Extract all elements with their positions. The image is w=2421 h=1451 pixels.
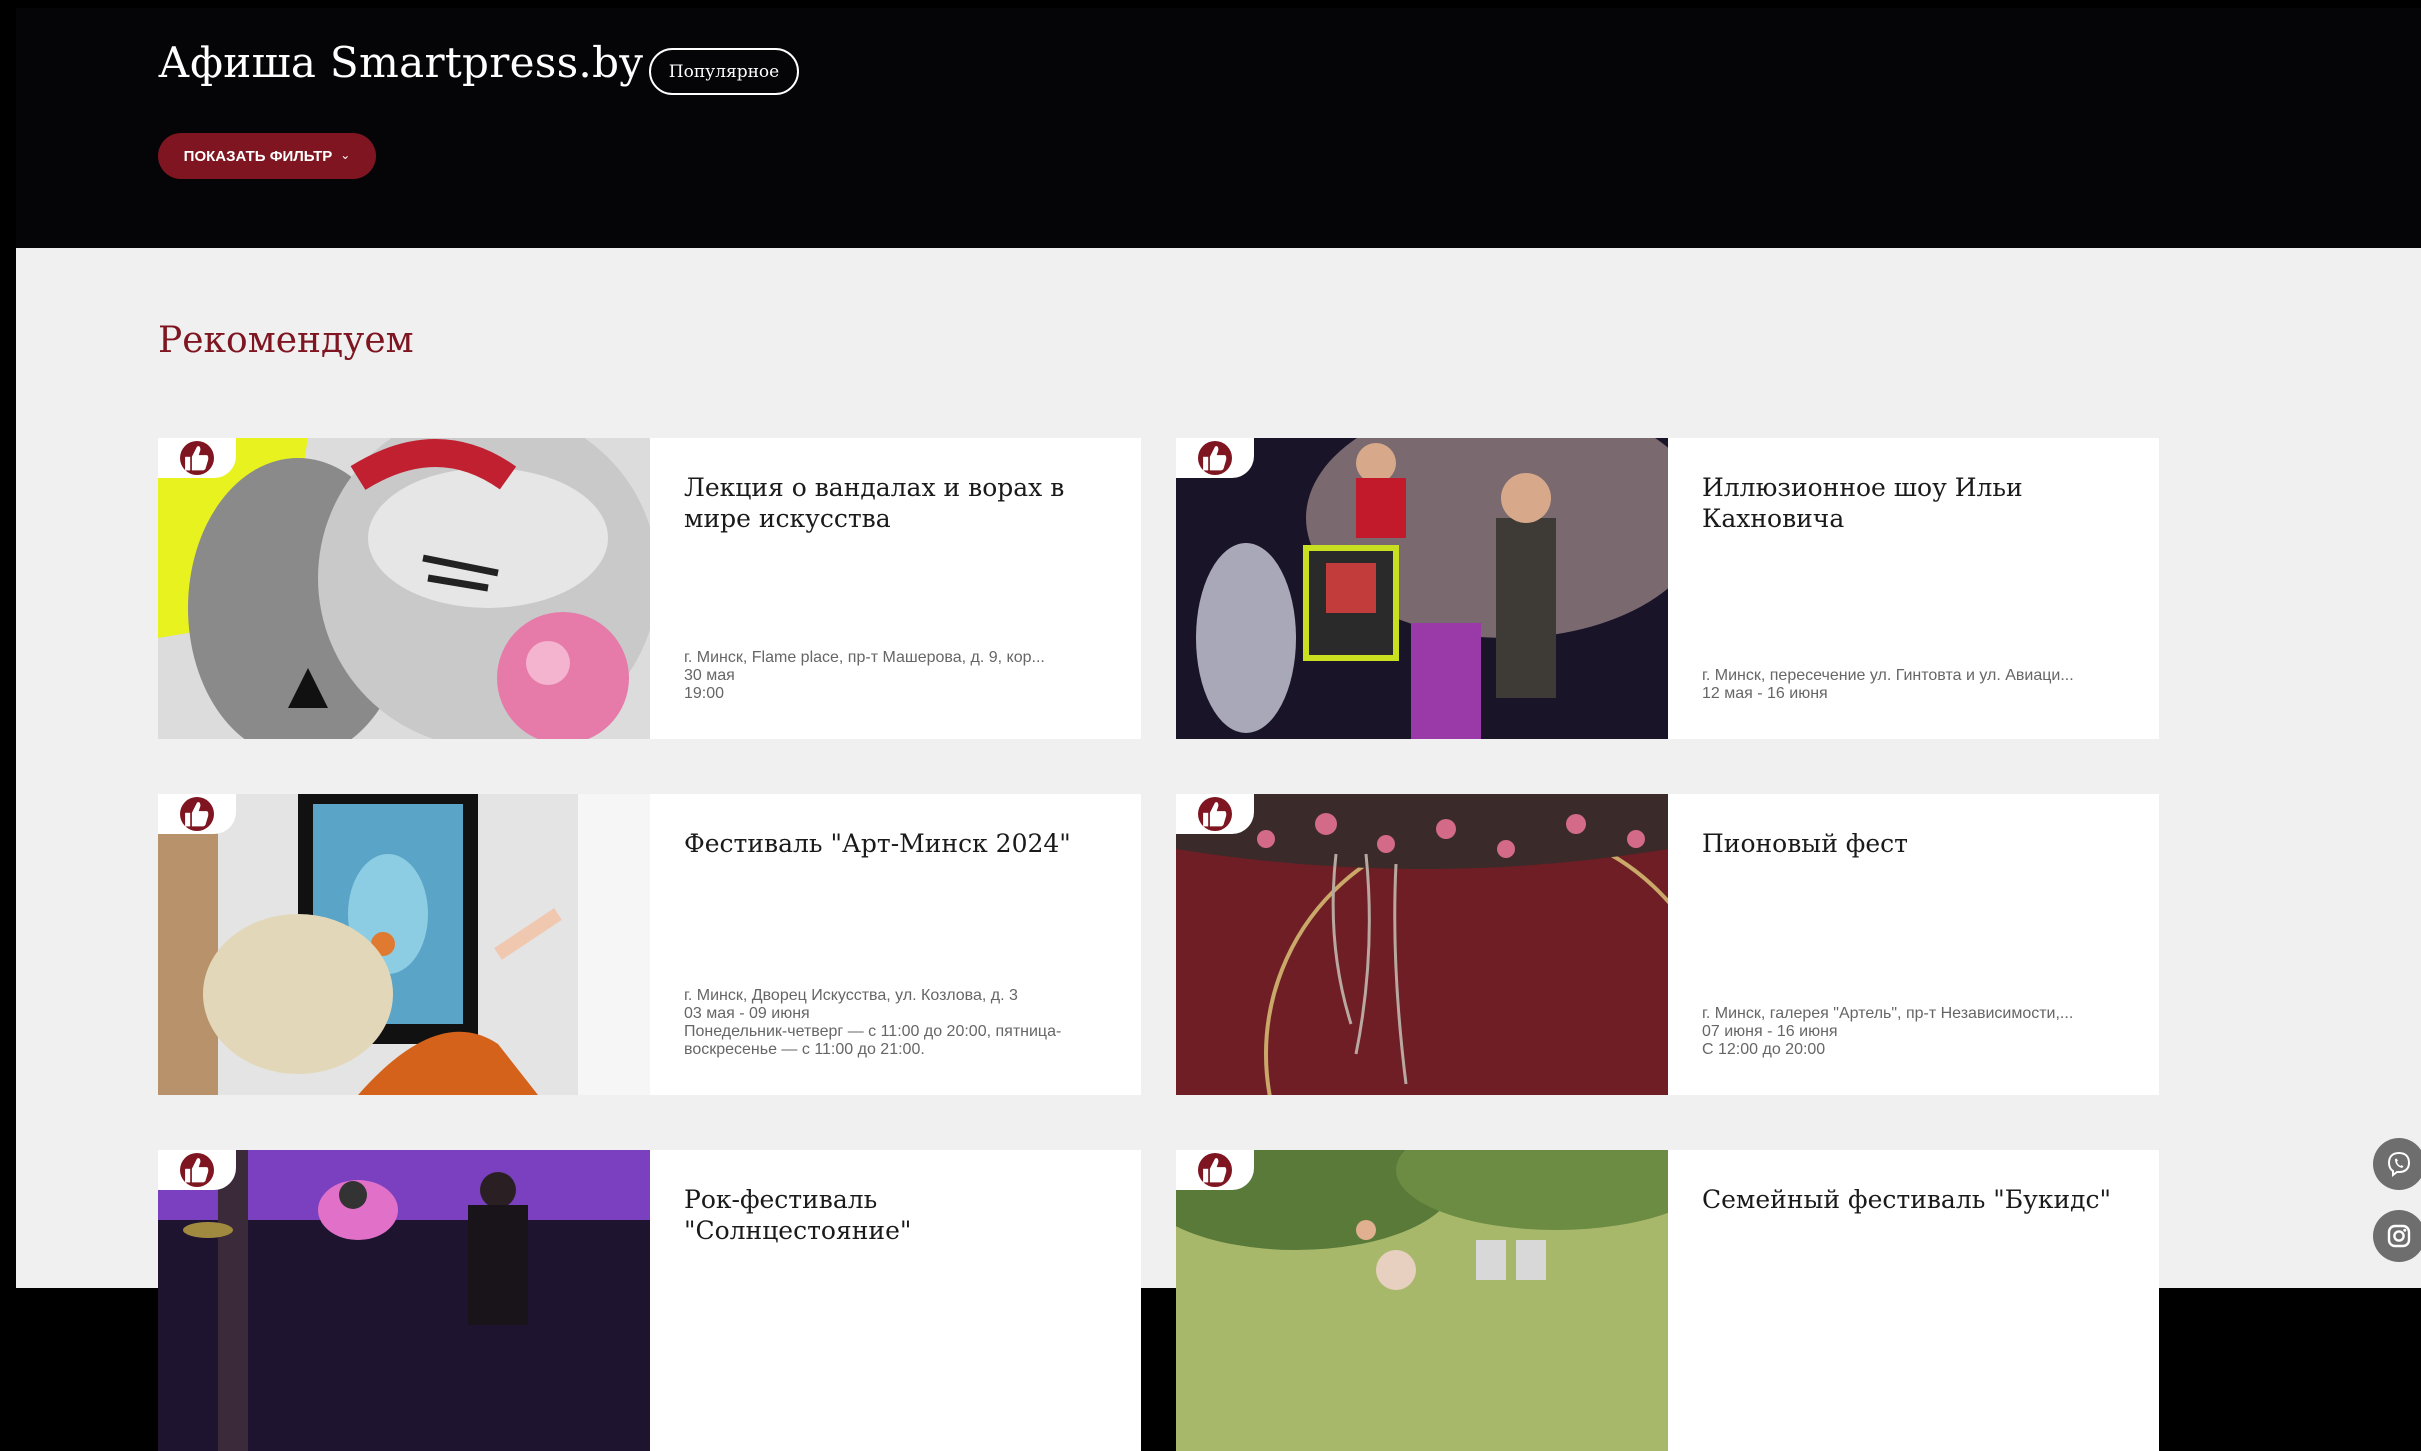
event-card-illusion-show[interactable]: Иллюзионное шоу Ильи Кахновича г. Минск,… xyxy=(1176,438,2159,739)
event-card-body[interactable]: Семейный фестиваль "Букидс" xyxy=(1668,1150,2159,1451)
header: Афиша Smartpress.by Популярное ПОКАЗАТЬ … xyxy=(16,8,2421,248)
event-card-peony-fest[interactable]: Пионовый фест г. Минск, галерея "Артель"… xyxy=(1176,794,2159,1095)
event-image[interactable] xyxy=(1176,794,1668,1095)
thumbs-up-icon xyxy=(185,801,209,826)
chevron-down-icon: ⌄ xyxy=(340,148,351,162)
event-title[interactable]: Фестиваль "Арт-Минск 2024" xyxy=(684,828,1107,859)
event-time: 19:00 xyxy=(684,685,725,702)
event-date: 03 мая - 09 июня xyxy=(684,1005,810,1022)
site-logo[interactable]: Афиша Smartpress.by xyxy=(158,38,643,87)
event-card-body[interactable]: Лекция о вандалах и ворах в мире искусст… xyxy=(650,438,1141,739)
event-meta: г. Минск, Дворец Искусства, ул. Козлова,… xyxy=(684,987,1107,1059)
recommended-badge xyxy=(1176,794,1254,834)
event-title[interactable]: Пионовый фест xyxy=(1702,828,2125,859)
event-card-body[interactable]: Пионовый фест г. Минск, галерея "Артель"… xyxy=(1668,794,2159,1095)
thumbs-up-icon xyxy=(1203,1157,1227,1182)
recommended-badge xyxy=(158,794,236,834)
event-meta: г. Минск, галерея "Артель", пр-т Независ… xyxy=(1702,1005,2125,1059)
event-image-exhibition xyxy=(158,794,650,1095)
popular-button[interactable]: Популярное xyxy=(649,48,799,95)
recommended-badge xyxy=(1176,438,1254,478)
event-image-concert xyxy=(158,1150,650,1451)
viber-button[interactable] xyxy=(2373,1138,2421,1190)
event-card-bukids-festival[interactable]: Семейный фестиваль "Букидс" xyxy=(1176,1150,2159,1451)
event-image-show xyxy=(1176,438,1668,739)
viber-icon xyxy=(2387,1151,2411,1177)
event-date: 07 июня - 16 июня xyxy=(1702,1023,1838,1040)
event-location: г. Минск, Flame place, пр-т Машерова, д.… xyxy=(684,649,1045,666)
event-image[interactable] xyxy=(158,1150,650,1451)
event-image[interactable] xyxy=(1176,1150,1668,1451)
recommended-badge xyxy=(158,438,236,478)
recommended-badge xyxy=(1176,1150,1254,1190)
instagram-button[interactable] xyxy=(2373,1210,2421,1262)
recommended-badge xyxy=(158,1150,236,1190)
event-image-art xyxy=(158,438,650,739)
main-content: Рекомендуем Лекция о вандалах и ворах в … xyxy=(16,248,2421,1451)
event-date: 30 мая xyxy=(684,667,735,684)
event-card-lecture[interactable]: Лекция о вандалах и ворах в мире искусст… xyxy=(158,438,1141,739)
thumbs-up-icon xyxy=(1203,801,1227,826)
event-location: г. Минск, Дворец Искусства, ул. Козлова,… xyxy=(684,987,1018,1004)
event-image[interactable] xyxy=(1176,438,1668,739)
event-meta: г. Минск, пересечение ул. Гинтовта и ул.… xyxy=(1702,667,2125,703)
event-card-rock-festival[interactable]: Рок-фестиваль "Солнцестояние" xyxy=(158,1150,1141,1451)
event-card-body[interactable]: Рок-фестиваль "Солнцестояние" xyxy=(650,1150,1141,1451)
thumbs-up-icon xyxy=(185,1157,209,1182)
show-filter-button[interactable]: ПОКАЗАТЬ ФИЛЬТР ⌄ xyxy=(158,133,376,179)
event-location: г. Минск, галерея "Артель", пр-т Независ… xyxy=(1702,1005,2074,1022)
section-title: Рекомендуем xyxy=(158,320,414,361)
event-image[interactable] xyxy=(158,794,650,1095)
event-title[interactable]: Лекция о вандалах и ворах в мире искусст… xyxy=(684,472,1107,534)
event-title[interactable]: Иллюзионное шоу Ильи Кахновича xyxy=(1702,472,2125,534)
event-meta: г. Минск, Flame place, пр-т Машерова, д.… xyxy=(684,649,1107,703)
event-image-flowers xyxy=(1176,794,1668,1095)
event-date: 12 мая - 16 июня xyxy=(1702,685,1828,702)
show-filter-label: ПОКАЗАТЬ ФИЛЬТР xyxy=(183,147,333,165)
event-time: Понедельник-четверг — с 11:00 до 20:00, … xyxy=(684,1023,1062,1058)
event-title[interactable]: Семейный фестиваль "Букидс" xyxy=(1702,1184,2125,1215)
event-time: С 12:00 до 20:00 xyxy=(1702,1041,1826,1058)
instagram-icon xyxy=(2387,1224,2411,1248)
event-card-art-minsk[interactable]: Фестиваль "Арт-Минск 2024" г. Минск, Дво… xyxy=(158,794,1141,1095)
event-card-body[interactable]: Фестиваль "Арт-Минск 2024" г. Минск, Дво… xyxy=(650,794,1141,1095)
event-location: г. Минск, пересечение ул. Гинтовта и ул.… xyxy=(1702,667,2074,684)
event-image-outdoor xyxy=(1176,1150,1668,1451)
event-card-body[interactable]: Иллюзионное шоу Ильи Кахновича г. Минск,… xyxy=(1668,438,2159,739)
thumbs-up-icon xyxy=(185,445,209,470)
event-image[interactable] xyxy=(158,438,650,739)
event-title[interactable]: Рок-фестиваль "Солнцестояние" xyxy=(684,1184,1107,1246)
thumbs-up-icon xyxy=(1203,445,1227,470)
